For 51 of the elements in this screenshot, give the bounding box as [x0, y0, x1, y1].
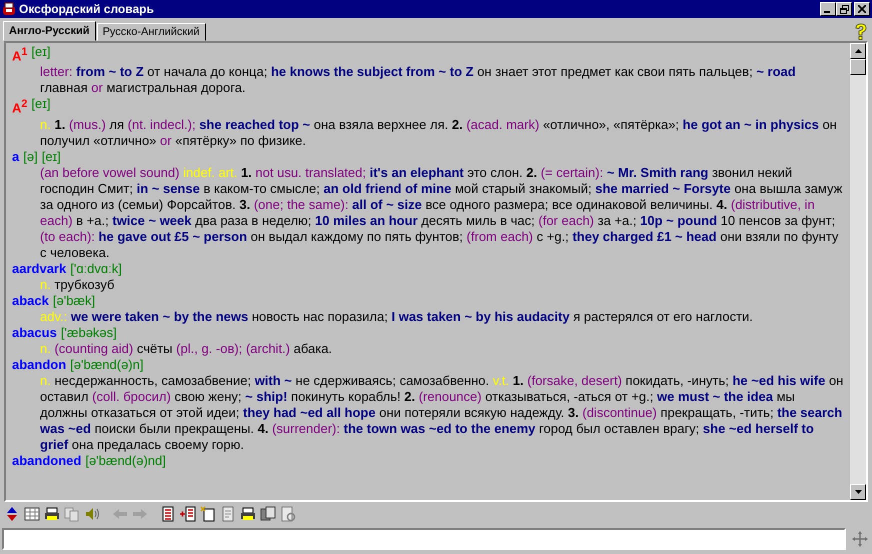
headword: A$^{1}$: [12, 45, 28, 64]
transcription: [ə'bænd(ə)n]: [70, 356, 144, 373]
add-list-icon[interactable]: [180, 506, 196, 522]
entry-definition: (an before vowel sound) indef. art. 1. not usu. translated; it's an elephant это слон. 2. (= certain): ~ Mr. Smith rang звонил некий господин Смит; in ~ sense в каком-то смысле; an old friend of mine мой старый знакомый; she married ~ Forsyte она вышла замуж за одного из (семьи) Форсайтов. 3. (one; the same): all of ~ size все одного размера; все одинаковой величины. 4. (distributive, in each) в +a.; twice ~ week два раза в неделю; 10 miles an hour десять миль в час; (for each) за +a.; 10p ~ pound 10 пенсов за фунт; (to each): he gave out £5 ~ person он выдал каждому по пять фунтов; (from each) с +g.; they charged £1 ~ head они взяли по фунту с человека.: [39, 164, 844, 261]
entry-definition: n. трубкозуб: [39, 276, 116, 293]
close-button[interactable]: [854, 2, 870, 16]
entry-definition: letter: from ~ to Z от начала до конца; he knows the subject from ~ to Z он знает этот предмет как свои пять пальцев; ~ road главная or магистральная дорога.: [39, 64, 797, 96]
tab[interactable]: Русско-Английский: [96, 23, 206, 41]
page-icon[interactable]: [220, 506, 236, 522]
entry-definition: adv.: we were taken ~ by the news новость нас поразила; I was taken ~ by his audacity я растерялся от его наглости.: [39, 308, 754, 325]
printer-icon[interactable]: [44, 506, 60, 522]
entry-definition: n. (counting aid) счёты (pl., g. -ов); (archit.) абака.: [39, 340, 334, 357]
headword: aback: [12, 292, 49, 309]
entry-definition: n. несдержанность, самозабвение; with ~ не сдерживаясь; самозабвенно. v.t. 1. (forsake, desert) покидать, -инуть; he ~ed his wife он оставил (coll. бросил) свою жену; ~ ship! покинуть корабль! 2. (renounce) отказываться, -аться от +g.; we must ~ the idea мы должны отказаться от этой идеи; they had ~ed all hope они потеряли всякую надежду. 3. (discontinue) прекращать, -тить; the search was ~ed поиски были прекращены. 4. (surrender): the town was ~ed to the enemy город был оставлен врагу; she ~ed herself to grief она предалась своему горю.: [39, 372, 844, 453]
printer-icon[interactable]: [240, 506, 256, 522]
list-icon[interactable]: [160, 506, 176, 522]
transcription: [ə]: [23, 148, 38, 165]
down-arrow-icon: [854, 490, 862, 494]
transcription: [eɪ]: [42, 148, 61, 165]
speaker-icon[interactable]: [84, 506, 100, 522]
updown-arrows-icon[interactable]: [4, 506, 20, 522]
headword: aardvark: [12, 260, 66, 277]
scroll-down-button[interactable]: [850, 484, 866, 500]
scroll-thumb[interactable]: [850, 59, 866, 75]
new-page-icon[interactable]: [200, 506, 216, 522]
transcription: [ə'bænd(ə)nd]: [85, 452, 166, 469]
headword: abandoned: [12, 452, 82, 469]
window-title: Оксфордский словарь: [19, 2, 154, 16]
close-icon: [858, 5, 866, 13]
restore-icon: [840, 4, 848, 14]
help-icon[interactable]: [854, 22, 868, 40]
transcription: ['æbəkəs]: [60, 324, 117, 341]
scroll-up-button[interactable]: [850, 43, 866, 59]
move-icon[interactable]: [852, 531, 868, 547]
entry-definition: n. 1. (mus.) ля (nt. indecl.); she reached top ~ она взяла верхнее ля. 2. (acad. mark) «отлично», «пятёрка»; he got an ~ in physics он получил «отлично» or «пятёрку» по физике.: [39, 116, 838, 149]
transcription: [eɪ]: [31, 44, 51, 61]
tab[interactable]: Англо-Русский: [3, 21, 96, 41]
up-arrow-icon: [854, 49, 862, 53]
scrollbar[interactable]: [850, 43, 866, 500]
headword: A$^{2}$: [12, 97, 28, 117]
headword: abandon: [12, 356, 66, 373]
minimize-button[interactable]: [820, 2, 836, 16]
headword: a: [12, 148, 20, 165]
transcription: ['ɑːdvɑːk]: [70, 260, 122, 277]
restore-button[interactable]: [836, 2, 852, 16]
app-icon: [2, 2, 16, 16]
dictionary-grid-icon[interactable]: [24, 506, 40, 522]
headword: abacus: [12, 324, 57, 341]
transcription: [eɪ]: [31, 96, 51, 114]
transcription: [ə'bæk]: [52, 292, 96, 309]
input-field[interactable]: [2, 528, 846, 550]
